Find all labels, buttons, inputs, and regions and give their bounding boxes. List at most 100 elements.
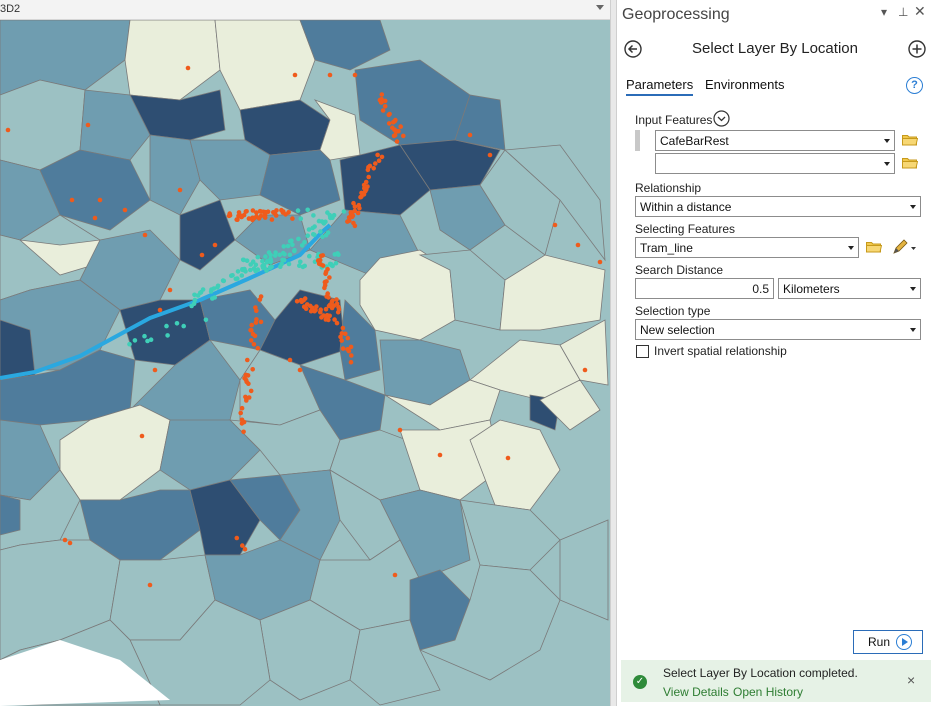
census-area <box>0 494 21 536</box>
cafe-point <box>349 353 354 358</box>
browse-folder-icon[interactable] <box>866 241 882 253</box>
tram-stop-point <box>165 333 170 338</box>
search-distance-input[interactable]: 0.5 <box>635 278 774 299</box>
dropdown-arrow-icon <box>910 205 916 209</box>
tram-stop-point <box>241 257 246 263</box>
tram-stop-point <box>239 273 245 278</box>
cafe-point <box>248 388 254 394</box>
tram-stop-point <box>230 273 235 278</box>
cafe-point <box>316 261 322 267</box>
invert-label[interactable]: Invert spatial relationship <box>654 344 787 358</box>
cafe-point <box>386 121 392 126</box>
open-history-link[interactable]: Open History <box>733 685 803 699</box>
cafe-point <box>254 210 259 215</box>
cafe-point <box>199 252 205 258</box>
selection-type-dropdown[interactable]: New selection <box>635 319 921 340</box>
input-features-extra-dropdown[interactable] <box>655 153 895 174</box>
cafe-point <box>363 179 369 185</box>
cafe-point <box>552 222 558 228</box>
dropdown-icon[interactable]: ▾ <box>881 5 887 19</box>
distance-unit-dropdown[interactable]: Kilometers <box>778 278 921 299</box>
browse-folder-icon[interactable] <box>902 134 918 146</box>
tram-stop-point <box>164 323 169 329</box>
map-canvas[interactable] <box>0 20 610 706</box>
tab-environments[interactable]: Environments <box>705 77 784 92</box>
cafe-point <box>274 208 279 213</box>
tram-stop-point <box>305 207 311 213</box>
cafe-point <box>312 308 317 314</box>
cafe-point <box>359 194 364 200</box>
dropdown-arrow-icon <box>884 139 890 143</box>
browse-folder-icon[interactable] <box>902 157 918 169</box>
view-details-link[interactable]: View Details <box>663 685 729 699</box>
cafe-point <box>185 65 191 71</box>
tram-stop-point <box>286 261 292 267</box>
cafe-point <box>396 128 401 134</box>
help-icon[interactable]: ? <box>906 77 923 94</box>
cafe-point <box>382 104 388 109</box>
tram-stop-point <box>273 250 278 255</box>
tram-stop-point <box>318 229 323 234</box>
cafe-point <box>147 582 153 588</box>
cafe-point <box>304 302 310 307</box>
pin-icon[interactable]: ⊥ <box>898 5 908 19</box>
cafe-point <box>255 345 261 351</box>
input-features-dropdown[interactable]: CafeBarRest <box>655 130 895 151</box>
cafe-point <box>327 72 333 78</box>
map-tab-label[interactable]: 3D2 <box>0 3 20 15</box>
tram-stop-point <box>215 285 220 290</box>
cafe-point <box>339 338 345 343</box>
cafe-point <box>367 163 373 169</box>
cafe-point <box>253 308 259 314</box>
cafe-point <box>346 215 352 220</box>
status-message-bar: ✓ Select Layer By Location completed. Vi… <box>621 660 931 702</box>
relationship-dropdown[interactable]: Within a distance <box>635 196 921 217</box>
dropdown-arrow-icon <box>910 328 916 332</box>
cafe-point <box>363 188 368 194</box>
cafe-point <box>467 132 473 138</box>
add-icon[interactable] <box>908 40 926 58</box>
cafe-point <box>348 344 354 350</box>
cafe-point <box>142 232 148 238</box>
cafe-point <box>348 359 354 365</box>
tram-stop-point <box>221 278 227 284</box>
cafe-point <box>394 139 400 144</box>
cafe-point <box>302 296 308 301</box>
relationship-value: Within a distance <box>640 200 732 214</box>
selection-type-value: New selection <box>640 323 715 337</box>
chevron-down-icon[interactable] <box>713 110 730 127</box>
pane-title: Geoprocessing <box>622 6 730 23</box>
pane-splitter[interactable] <box>610 0 617 706</box>
close-icon[interactable]: ✕ <box>914 3 926 20</box>
selecting-features-dropdown[interactable]: Tram_line <box>635 237 859 258</box>
cafe-point <box>243 372 249 378</box>
cafe-point <box>292 72 298 78</box>
cafe-point <box>240 543 245 548</box>
map-view[interactable]: 3D2 <box>0 0 610 706</box>
tram-stop-point <box>279 261 285 267</box>
pencil-icon[interactable] <box>892 239 918 255</box>
run-button[interactable]: Run <box>853 630 923 654</box>
cafe-point <box>379 154 385 160</box>
tab-parameters[interactable]: Parameters <box>626 77 694 96</box>
cafe-point <box>324 279 329 284</box>
cafe-point <box>330 298 335 304</box>
cafe-point <box>241 429 246 435</box>
cafe-point <box>340 325 346 331</box>
cafe-point <box>245 357 250 363</box>
cafe-point <box>487 152 493 158</box>
cafe-point <box>252 215 257 221</box>
cafe-point <box>339 331 345 336</box>
close-icon[interactable]: × <box>907 672 915 688</box>
cafe-point <box>246 381 251 387</box>
tram-stop-point <box>285 243 291 249</box>
relationship-label: Relationship <box>635 181 702 195</box>
cafe-point <box>249 327 254 333</box>
tram-stop-point <box>297 263 302 269</box>
cafe-point <box>249 322 254 328</box>
invert-checkbox[interactable] <box>636 345 649 358</box>
cafe-point <box>269 217 275 222</box>
tab-menu-icon[interactable] <box>596 5 604 10</box>
cafe-point <box>258 209 264 214</box>
cafe-point <box>329 305 335 311</box>
